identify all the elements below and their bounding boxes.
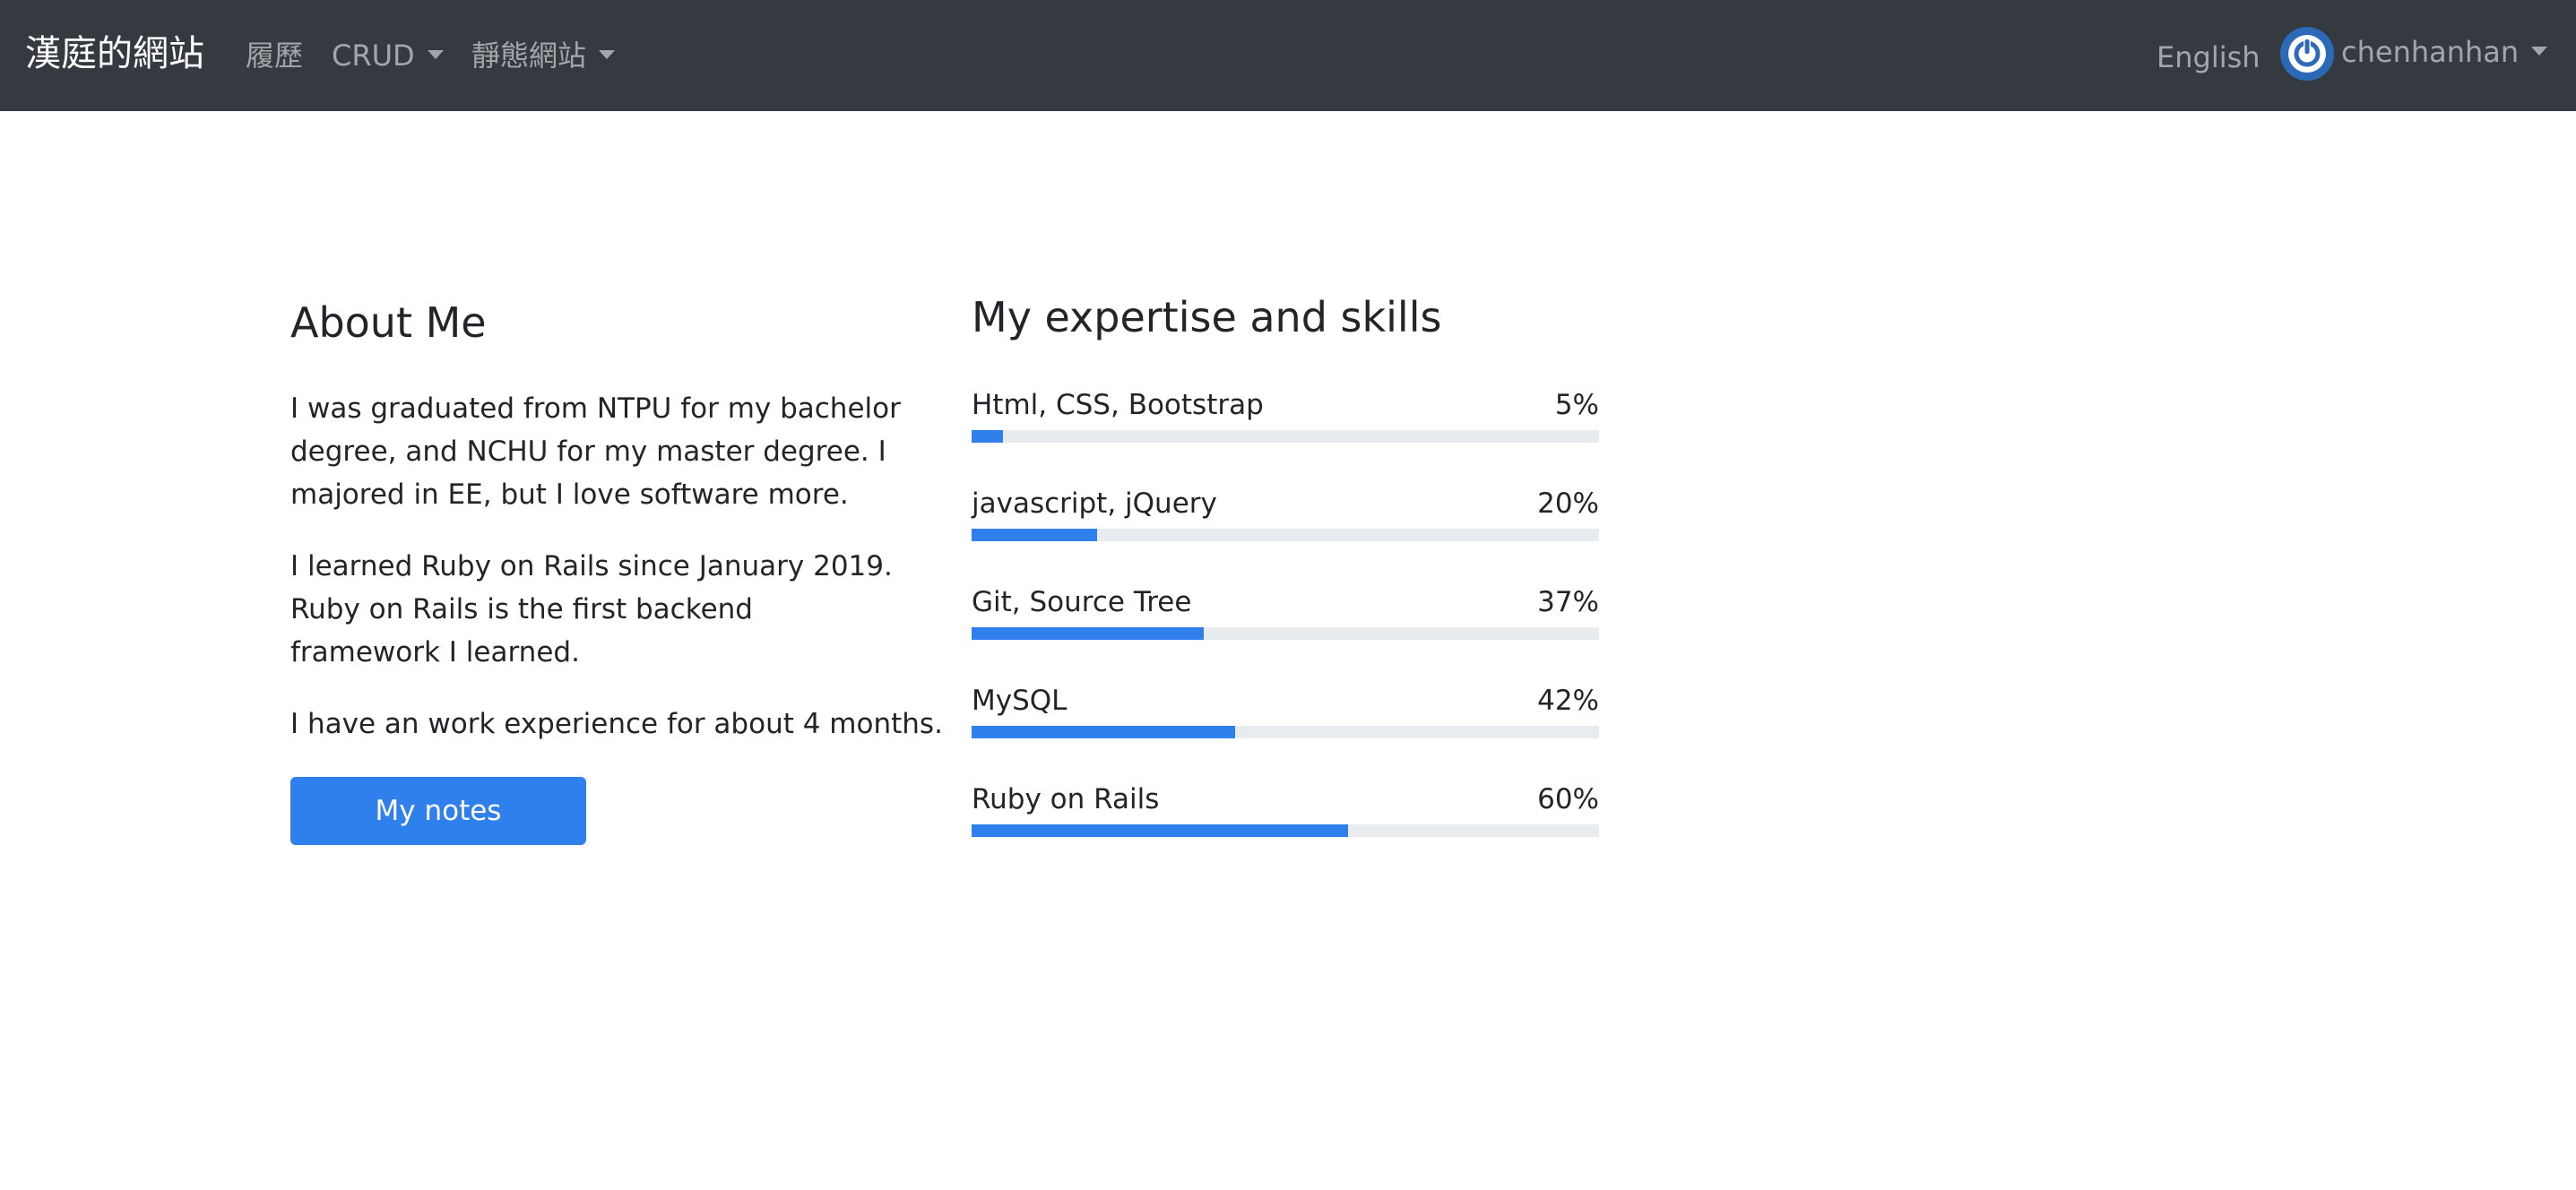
progress-fill [972, 529, 1097, 541]
skill-label: MySQL [972, 685, 1068, 717]
user-name: chenhanhan [2341, 35, 2520, 69]
about-section: About Me I was graduated from NTPU for m… [290, 287, 943, 845]
language-link[interactable]: English [2157, 38, 2260, 77]
my-notes-button[interactable]: My notes [290, 777, 586, 845]
skills-section: My expertise and skills Html, CSS, Boots… [972, 285, 1599, 837]
progress-track [972, 824, 1599, 837]
about-paragraph-rails: I learned Ruby on Rails since January 20… [290, 550, 893, 668]
site-brand[interactable]: 漢庭的網站 [25, 29, 204, 79]
progress-track [972, 529, 1599, 541]
skill-percent: 5% [1554, 389, 1599, 421]
progress-track [972, 430, 1599, 443]
user-menu-dropdown[interactable]: chenhanhan [2341, 32, 2548, 72]
about-title: About Me [290, 298, 487, 347]
skill-html-css-bootstrap: Html, CSS, Bootstrap 5% [972, 385, 1599, 443]
progress-fill [972, 824, 1348, 837]
chevron-down-icon [2531, 47, 2548, 56]
skill-percent: 37% [1537, 586, 1599, 618]
skill-percent: 42% [1537, 685, 1599, 717]
skills-title: My expertise and skills [972, 293, 1442, 341]
nav-item-resume[interactable]: 履歷 [246, 36, 303, 75]
skill-label: javascript, jQuery [972, 487, 1217, 520]
progress-fill [972, 627, 1204, 640]
skill-label: Ruby on Rails [972, 783, 1160, 815]
progress-fill [972, 430, 1003, 443]
skill-mysql: MySQL 42% [972, 681, 1599, 738]
skill-git-source-tree: Git, Source Tree 37% [972, 582, 1599, 640]
nav-item-crud-dropdown[interactable]: CRUD [332, 36, 444, 75]
skill-ruby-on-rails: Ruby on Rails 60% [972, 780, 1599, 837]
progress-fill [972, 726, 1235, 738]
top-navbar: 漢庭的網站 履歷 CRUD 靜態網站 English chenhanhan [0, 0, 2576, 111]
chevron-down-icon [599, 50, 616, 59]
nav-item-resume-label: 履歷 [246, 39, 304, 73]
skill-javascript-jquery: javascript, jQuery 20% [972, 484, 1599, 541]
about-paragraph-experience: I have an work experience for about 4 mo… [290, 708, 943, 740]
power-icon [2288, 35, 2326, 73]
skill-percent: 20% [1537, 487, 1599, 520]
nav-item-static-site-label: 靜態網站 [471, 39, 587, 73]
progress-track [972, 726, 1599, 738]
skill-percent: 60% [1537, 783, 1599, 815]
progress-track [972, 627, 1599, 640]
nav-item-crud-label: CRUD [332, 39, 415, 73]
avatar[interactable] [2280, 27, 2334, 81]
nav-item-static-site-dropdown[interactable]: 靜態網站 [471, 36, 616, 75]
skill-label: Git, Source Tree [972, 586, 1192, 618]
about-paragraph-education: I was graduated from NTPU for my bachelo… [290, 392, 901, 511]
skill-label: Html, CSS, Bootstrap [972, 389, 1264, 421]
chevron-down-icon [427, 50, 444, 59]
